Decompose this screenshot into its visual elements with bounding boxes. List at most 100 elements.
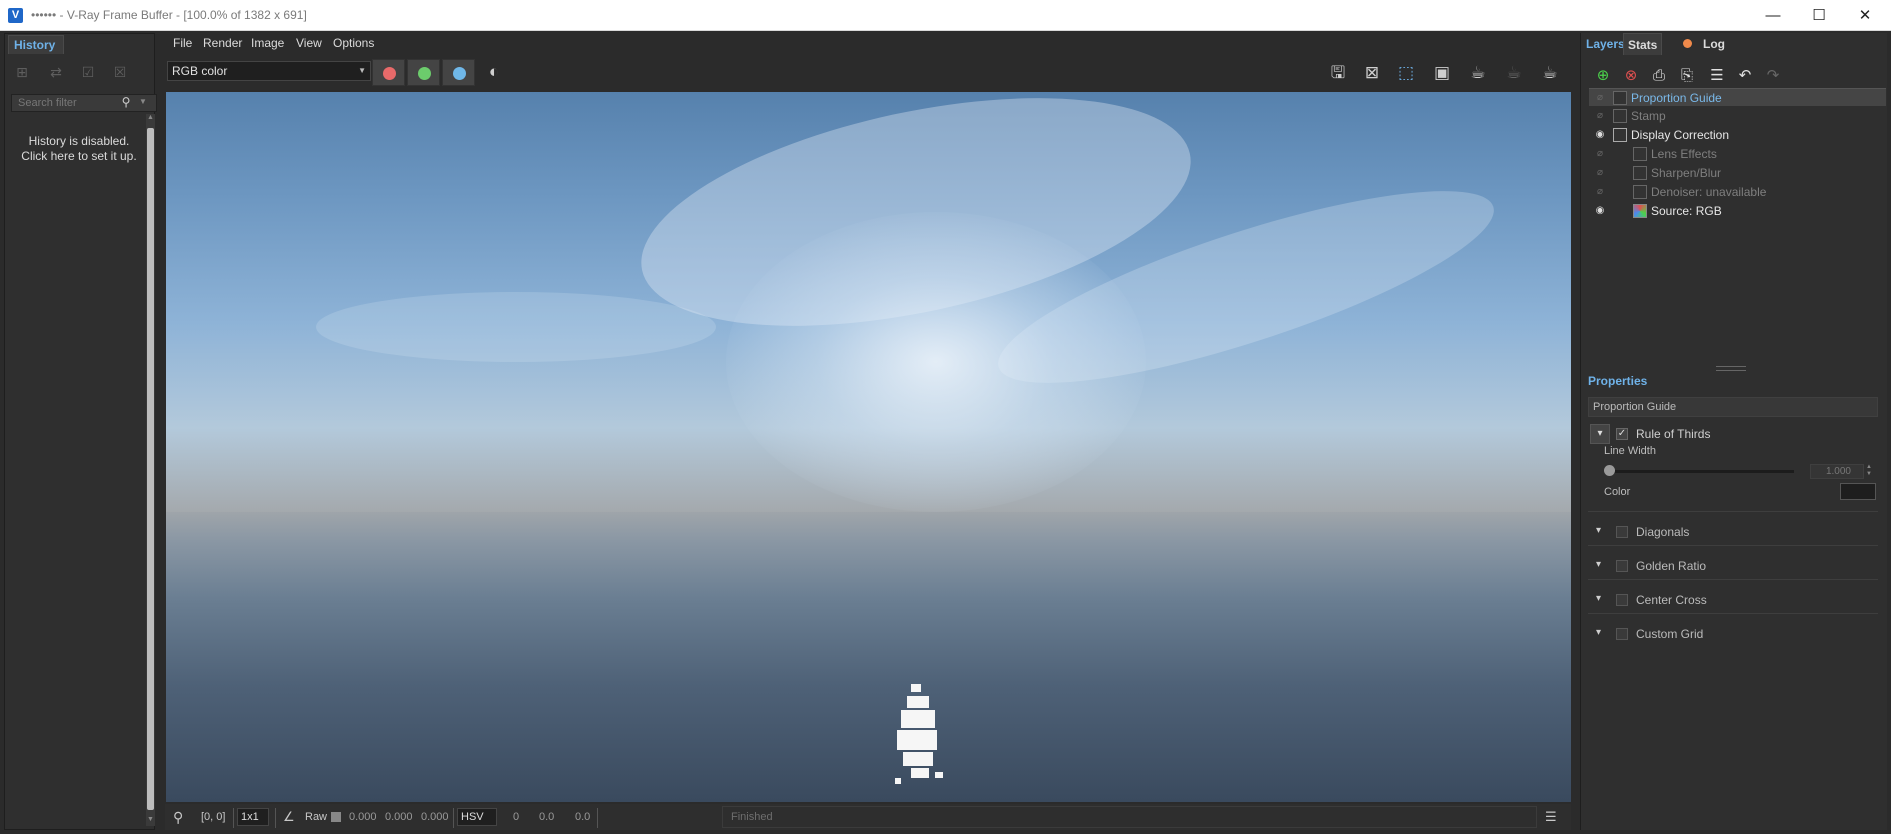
center-cross-section[interactable]: ▾ Center Cross [1588,586,1878,614]
green-channel-button[interactable] [407,59,440,86]
save-layers-icon[interactable]: ⎙ [1645,64,1673,88]
tab-history[interactable]: History [8,35,64,54]
search-dropdown-icon[interactable]: ▼ [136,93,150,111]
undo-icon[interactable]: ↶ [1731,64,1759,88]
history-load-icon[interactable]: ☑ [77,62,99,82]
spinner-icon[interactable]: ▲ ▼ [1866,464,1874,478]
layer-source-rgb[interactable]: ◉ Source: RGB [1589,202,1886,220]
layer-sharpen-blur[interactable]: ⌀ Sharpen/Blur [1589,164,1886,182]
add-layer-icon[interactable]: ⊕ [1589,64,1617,88]
render-region-icon[interactable]: ▣ [1428,60,1456,86]
diagonals-checkbox[interactable] [1616,526,1628,538]
layer-denoiser[interactable]: ⌀ Denoiser: unavailable [1589,183,1886,201]
collapse-icon[interactable]: ▾ [1590,424,1610,444]
divider [597,808,598,828]
menu-bar: File Render Image View Options [165,33,1571,54]
stop-render-icon[interactable]: ☕ [1500,60,1528,86]
layer-label: Proportion Guide [1631,91,1722,105]
render-viewport[interactable] [166,92,1571,802]
source-rgb-icon [1633,204,1647,218]
stamp-icon [1613,109,1627,123]
tab-layers[interactable]: Layers [1586,33,1625,55]
hidden-icon[interactable]: ⌀ [1593,89,1607,107]
hidden-icon[interactable]: ⌀ [1593,145,1607,163]
proportion-guide-icon [1613,91,1627,105]
rule-of-thirds-section: ▾ ✓ Rule of Thirds Line Width 1.000 ▲ ▼ C… [1588,424,1878,512]
color-swatch[interactable] [1840,483,1876,500]
zoom-select[interactable]: 1x1 [237,808,269,826]
divider [275,808,276,828]
lens-effects-icon [1633,147,1647,161]
region-select-icon[interactable]: ⬚ [1392,60,1420,86]
scrollbar-thumb[interactable] [147,128,154,810]
delete-layer-icon[interactable]: ⊗ [1617,64,1645,88]
log-indicator-icon [1683,39,1692,48]
scroll-down-icon[interactable]: ▼ [146,816,155,826]
clear-image-icon[interactable]: ⊠ [1358,60,1386,86]
expand-icon[interactable]: ▾ [1596,559,1601,570]
custom-grid-section[interactable]: ▾ Custom Grid [1588,620,1878,648]
menu-image[interactable]: Image [251,36,284,50]
golden-ratio-section[interactable]: ▾ Golden Ratio [1588,552,1878,580]
scroll-up-icon[interactable]: ▲ [146,114,155,124]
raw-swatch [331,812,341,822]
expand-icon[interactable]: ▾ [1596,627,1601,638]
hue-value: 0 [513,811,520,823]
save-image-icon[interactable]: 🖫 [1324,60,1352,86]
maximize-button[interactable]: ☐ [1796,0,1842,31]
close-button[interactable]: ✕ [1842,0,1888,31]
slider-handle[interactable] [1604,465,1615,476]
eye-icon[interactable]: ◉ [1593,202,1607,220]
menu-options[interactable]: Options [333,36,374,50]
layer-lens-effects[interactable]: ⌀ Lens Effects [1589,145,1886,163]
hidden-icon[interactable]: ⌀ [1593,164,1607,182]
custom-grid-checkbox[interactable] [1616,628,1628,640]
tab-stats[interactable]: Stats [1623,33,1663,55]
menu-view[interactable]: View [296,36,322,50]
layer-stamp[interactable]: ⌀ Stamp [1589,107,1886,125]
panel-splitter[interactable] [1716,366,1746,371]
line-width-slider[interactable] [1608,470,1794,473]
blue-channel-button[interactable] [442,59,475,86]
center-cross-checkbox[interactable] [1616,594,1628,606]
interactive-render-icon[interactable]: ☕ [1464,60,1492,86]
line-width-input[interactable]: 1.000 [1810,464,1864,479]
log-toggle-icon[interactable]: ☰ [1545,804,1557,830]
rule-of-thirds-label: Rule of Thirds [1636,427,1711,441]
red-channel-button[interactable] [372,59,405,86]
history-remove-icon[interactable]: ☒ [109,62,131,82]
hidden-icon[interactable]: ⌀ [1593,107,1607,125]
color-mode-select[interactable]: HSV [457,808,497,826]
menu-file[interactable]: File [173,36,192,50]
layer-proportion-guide[interactable]: ⌀ Proportion Guide [1589,88,1886,106]
diagonals-section[interactable]: ▾ Diagonals [1588,518,1878,546]
history-compare-icon[interactable]: ⇄ [45,62,67,82]
layer-display-correction[interactable]: ◉ Display Correction [1589,126,1886,144]
layer-label: Sharpen/Blur [1651,166,1722,180]
hidden-icon[interactable]: ⌀ [1593,183,1607,201]
raw-b-value: 0.000 [421,811,449,823]
eye-icon[interactable]: ◉ [1593,126,1607,144]
menu-render[interactable]: Render [203,36,242,50]
history-save-icon[interactable]: ⊞ [11,62,33,82]
color-picker-icon[interactable]: ∠ [283,804,295,830]
history-scrollbar[interactable]: ▲ ▼ [146,114,155,826]
load-layers-icon[interactable]: ⎘ [1673,64,1701,88]
expand-icon[interactable]: ▾ [1596,593,1601,604]
monochrome-toggle-icon[interactable]: ◐ [480,59,508,85]
render-icon[interactable]: ☕ [1536,60,1564,86]
redo-icon[interactable]: ↷ [1759,64,1787,88]
minimize-button[interactable]: — [1750,0,1796,31]
pin-icon[interactable]: ⚲ [173,804,183,830]
rule-of-thirds-checkbox[interactable]: ✓ [1616,428,1628,440]
layer-presets-icon[interactable]: ☰ [1703,64,1731,88]
color-label: Color [1604,486,1631,498]
golden-ratio-checkbox[interactable] [1616,560,1628,572]
golden-ratio-label: Golden Ratio [1636,559,1707,573]
tab-log[interactable]: Log [1703,33,1725,55]
search-icon[interactable]: ⚲ [117,93,135,111]
raw-label: Raw [305,811,328,823]
channel-select[interactable]: RGB color ▼ [167,61,371,81]
history-disabled-message[interactable]: History is disabled. Click here to set i… [9,134,149,164]
expand-icon[interactable]: ▾ [1596,525,1601,536]
